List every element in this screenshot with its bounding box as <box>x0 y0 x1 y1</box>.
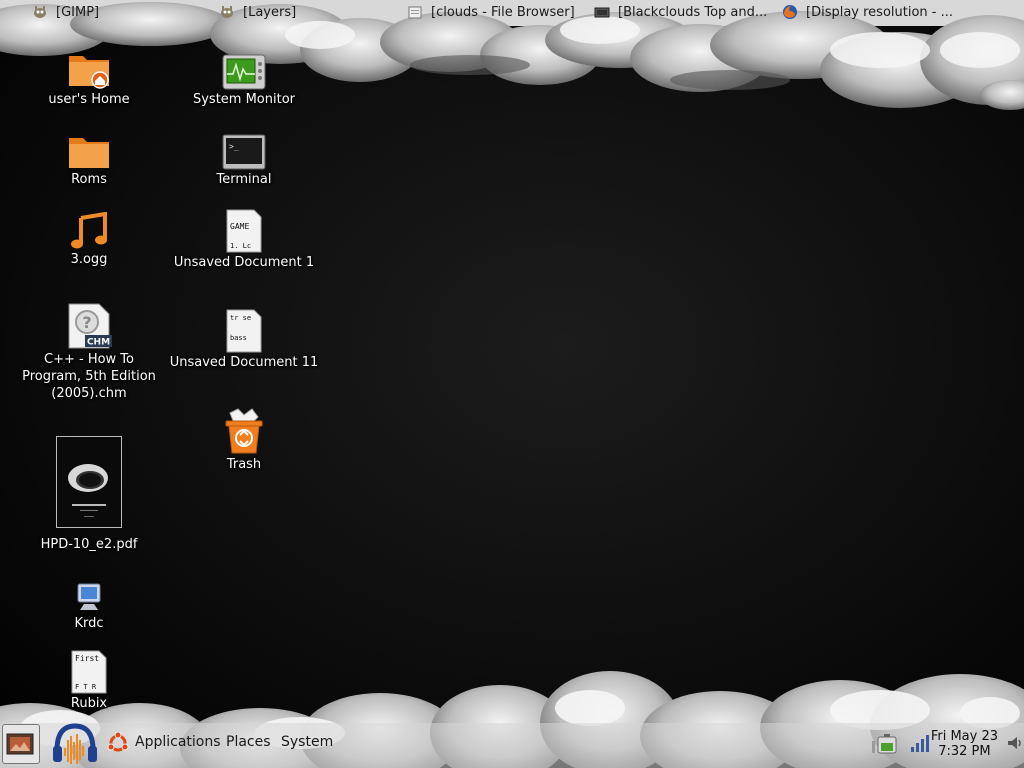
menu-applications[interactable]: Applications <box>135 734 221 750</box>
doc-preview-line: 1. Lc <box>230 242 251 250</box>
network-signal-icon[interactable] <box>910 733 930 753</box>
svg-text:>_: >_ <box>229 142 239 151</box>
desktop-icon-label: Rubix <box>70 696 108 711</box>
volume-icon[interactable] <box>1006 734 1024 752</box>
file-browser-icon <box>408 6 422 19</box>
menu-system[interactable]: System <box>281 734 333 750</box>
taskbar-item-label: [clouds - File Browser] <box>431 4 575 20</box>
desktop-icon-label: System Monitor <box>192 92 296 107</box>
folder-icon <box>69 138 109 168</box>
desktop-icon-unsaved-document-1[interactable]: GAME 1. Lc Unsaved Document 1 <box>169 207 319 271</box>
clock[interactable]: Fri May 23 7:32 PM <box>931 729 998 759</box>
remote-desktop-icon <box>77 583 101 610</box>
show-desktop-button[interactable] <box>2 724 40 764</box>
clock-time: 7:32 PM <box>938 744 991 759</box>
desktop-icon-system-monitor[interactable]: System Monitor <box>169 50 319 108</box>
desktop-icon-unsaved-document-11[interactable]: tr se bass Unsaved Document 11 <box>169 307 319 371</box>
desktop-icon-label: Krdc <box>74 616 104 631</box>
trash-icon <box>225 408 263 454</box>
taskbar-item-label: [Layers] <box>243 4 297 20</box>
desktop-icon-label: Trash <box>226 457 262 472</box>
desktop-icon-pdf[interactable]: HPD-10_e2.pdf <box>14 436 164 553</box>
taskbar-item-file-browser[interactable]: [clouds - File Browser] <box>407 0 587 24</box>
taskbar-item-label: [Display resolution - ... <box>806 4 954 20</box>
clock-date: Fri May 23 <box>930 729 998 744</box>
taskbar-item-label: [Blackclouds Top and... <box>618 4 768 20</box>
gimp-icon <box>34 6 46 18</box>
doc-preview-line: F T R <box>75 683 97 691</box>
desktop-icon-label: Roms <box>71 172 107 187</box>
desktop-icon-terminal[interactable]: >_ Terminal <box>169 130 319 188</box>
top-panel: [GIMP] [Layers] [clouds - File Browser] … <box>0 0 1024 24</box>
desktop-icon-label: Unsaved Document 1 <box>173 255 315 270</box>
battery-icon[interactable] <box>870 733 902 755</box>
desktop-icon-label: HPD-10_e2.pdf <box>40 537 138 552</box>
doc-preview-line: tr se <box>230 314 251 322</box>
desktop-icon-rubix[interactable]: First F T R Rubix <box>14 648 164 712</box>
text-document-icon: GAME 1. Lc <box>226 209 262 253</box>
doc-preview-line: GAME <box>230 222 249 231</box>
taskbar-item-label: [GIMP] <box>56 4 100 20</box>
image-viewer-icon <box>594 7 610 18</box>
menu-places[interactable]: Places <box>226 734 271 750</box>
taskbar-item-image-viewer[interactable]: [Blackclouds Top and... <box>594 0 776 24</box>
text-document-icon: First F T R <box>71 650 107 694</box>
audacity-icon <box>53 723 97 764</box>
desktop-icon-3ogg[interactable]: 3.ogg <box>14 210 164 268</box>
svg-text:?: ? <box>82 313 91 332</box>
gimp-icon <box>221 6 233 18</box>
desktop-icon-label: 3.ogg <box>70 252 108 267</box>
desktop[interactable]: [GIMP] [Layers] [clouds - File Browser] … <box>0 0 1024 768</box>
ubuntu-logo-icon <box>107 732 129 752</box>
text-document-icon: tr se bass <box>226 309 262 353</box>
home-folder-icon <box>69 56 109 89</box>
desktop-icon-label: Unsaved Document 11 <box>169 355 319 370</box>
chm-help-icon: ? CHM <box>68 303 112 349</box>
desktop-icon-home[interactable]: user's Home <box>14 50 164 108</box>
desktop-icon-label: Terminal <box>216 172 272 187</box>
desktop-icon-krdc[interactable]: Krdc <box>14 578 164 632</box>
pdf-thumbnail-icon <box>56 436 122 528</box>
desktop-icon-chm[interactable]: ? CHM C++ - How To Program, 5th Edition … <box>14 302 164 402</box>
taskbar-item-gimp[interactable]: [GIMP] <box>32 0 212 24</box>
system-monitor-icon <box>222 54 266 90</box>
music-note-icon <box>71 212 107 249</box>
desktop-icon-label: user's Home <box>48 92 130 107</box>
desktop-icon-roms[interactable]: Roms <box>14 130 164 188</box>
taskbar-item-firefox[interactable]: [Display resolution - ... <box>782 0 962 24</box>
doc-preview-line: First <box>75 654 99 663</box>
terminal-icon: >_ <box>222 134 266 170</box>
desktop-icon-label: C++ - How To Program, 5th Edition (2005)… <box>22 352 156 401</box>
firefox-icon <box>783 5 797 19</box>
desktop-icon-trash[interactable]: Trash <box>169 405 319 473</box>
chm-badge: CHM <box>87 338 110 348</box>
show-desktop-icon <box>6 733 34 755</box>
taskbar-item-layers[interactable]: [Layers] <box>219 0 399 24</box>
doc-preview-line: bass <box>230 334 247 342</box>
audacity-launcher[interactable] <box>50 722 100 766</box>
